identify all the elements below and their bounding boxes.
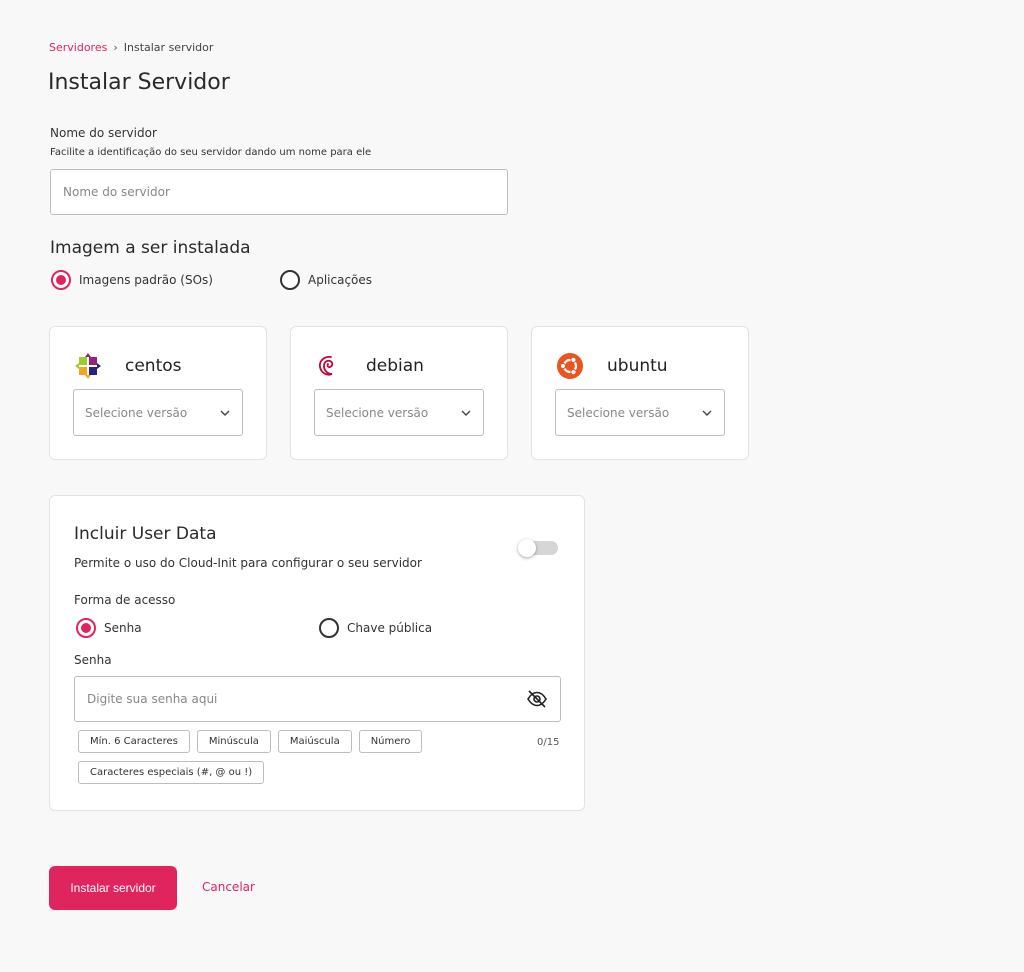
radio-unchecked-icon xyxy=(319,618,339,638)
radio-chave-publica[interactable]: Chave pública xyxy=(319,618,432,638)
breadcrumb: Servidores › Instalar servidor xyxy=(49,41,213,54)
radio-checked-icon xyxy=(51,270,71,290)
password-input[interactable]: Digite sua senha aqui xyxy=(74,676,561,722)
cancel-button[interactable]: Cancelar xyxy=(202,880,255,894)
password-label: Senha xyxy=(74,653,112,667)
select-placeholder: Selecione versão xyxy=(567,405,670,420)
page-title: Instalar Servidor xyxy=(48,70,230,95)
ubuntu-logo-icon xyxy=(557,353,583,379)
server-name-input[interactable]: Nome do servidor xyxy=(50,169,508,215)
password-placeholder: Digite sua senha aqui xyxy=(87,692,218,706)
requirement-chip: Maiúscula xyxy=(277,730,352,753)
radio-checked-icon xyxy=(76,618,96,638)
install-server-button[interactable]: Instalar servidor xyxy=(49,866,177,910)
image-section-title: Imagem a ser instalada xyxy=(50,238,251,258)
os-name-debian: debian xyxy=(366,356,424,376)
server-name-hint: Facilite a identificação do seu servidor… xyxy=(50,147,372,158)
chevron-down-icon xyxy=(461,410,471,416)
requirement-chip: Minúscula xyxy=(196,730,271,753)
toggle-knob xyxy=(518,539,536,557)
radio-unchecked-icon xyxy=(280,270,300,290)
requirement-chip: Mín. 6 Caracteres xyxy=(78,730,190,753)
password-requirements: Mín. 6 Caracteres Minúscula Maiúscula Nú… xyxy=(78,730,423,753)
breadcrumb-servidores-link[interactable]: Servidores xyxy=(49,41,107,54)
chevron-down-icon xyxy=(220,410,230,416)
chevron-right-icon: › xyxy=(113,41,118,54)
os-name-ubuntu: ubuntu xyxy=(607,356,668,376)
requirement-chip: Caracteres especiais (#, @ ou !) xyxy=(78,761,265,784)
radio-imagens-padrao[interactable]: Imagens padrão (SOs) xyxy=(51,270,213,290)
user-data-toggle[interactable] xyxy=(518,539,558,557)
password-requirements-row2: Caracteres especiais (#, @ ou !) xyxy=(78,761,265,784)
centos-version-select[interactable]: Selecione versão xyxy=(73,389,243,436)
debian-logo-icon xyxy=(316,353,342,379)
radio-aplicacoes-label: Aplicações xyxy=(308,273,373,287)
os-card-ubuntu[interactable]: ubuntu Selecione versão xyxy=(531,326,749,460)
radio-imagens-padrao-label: Imagens padrão (SOs) xyxy=(79,273,213,287)
requirement-chip: Número xyxy=(358,730,423,753)
user-data-description: Permite o uso do Cloud-Init para configu… xyxy=(74,556,422,570)
password-counter: 0/15 xyxy=(537,737,560,748)
radio-senha-label: Senha xyxy=(104,621,142,635)
radio-senha[interactable]: Senha xyxy=(76,618,142,638)
radio-aplicacoes[interactable]: Aplicações xyxy=(280,270,372,290)
chevron-down-icon xyxy=(702,410,712,416)
debian-version-select[interactable]: Selecione versão xyxy=(314,389,484,436)
user-data-card: Incluir User Data Permite o uso do Cloud… xyxy=(49,495,585,811)
os-card-debian[interactable]: debian Selecione versão xyxy=(290,326,508,460)
user-data-title: Incluir User Data xyxy=(74,524,217,544)
ubuntu-version-select[interactable]: Selecione versão xyxy=(555,389,725,436)
select-placeholder: Selecione versão xyxy=(326,405,429,420)
select-placeholder: Selecione versão xyxy=(85,405,188,420)
server-name-label: Nome do servidor xyxy=(50,126,157,140)
os-card-centos[interactable]: centos Selecione versão xyxy=(49,326,267,460)
eye-off-icon[interactable] xyxy=(526,690,548,708)
radio-chave-publica-label: Chave pública xyxy=(347,621,433,635)
server-name-placeholder: Nome do servidor xyxy=(63,185,170,199)
access-method-label: Forma de acesso xyxy=(74,593,176,607)
centos-logo-icon xyxy=(75,353,101,379)
breadcrumb-current: Instalar servidor xyxy=(123,41,214,54)
os-name-centos: centos xyxy=(125,356,182,376)
